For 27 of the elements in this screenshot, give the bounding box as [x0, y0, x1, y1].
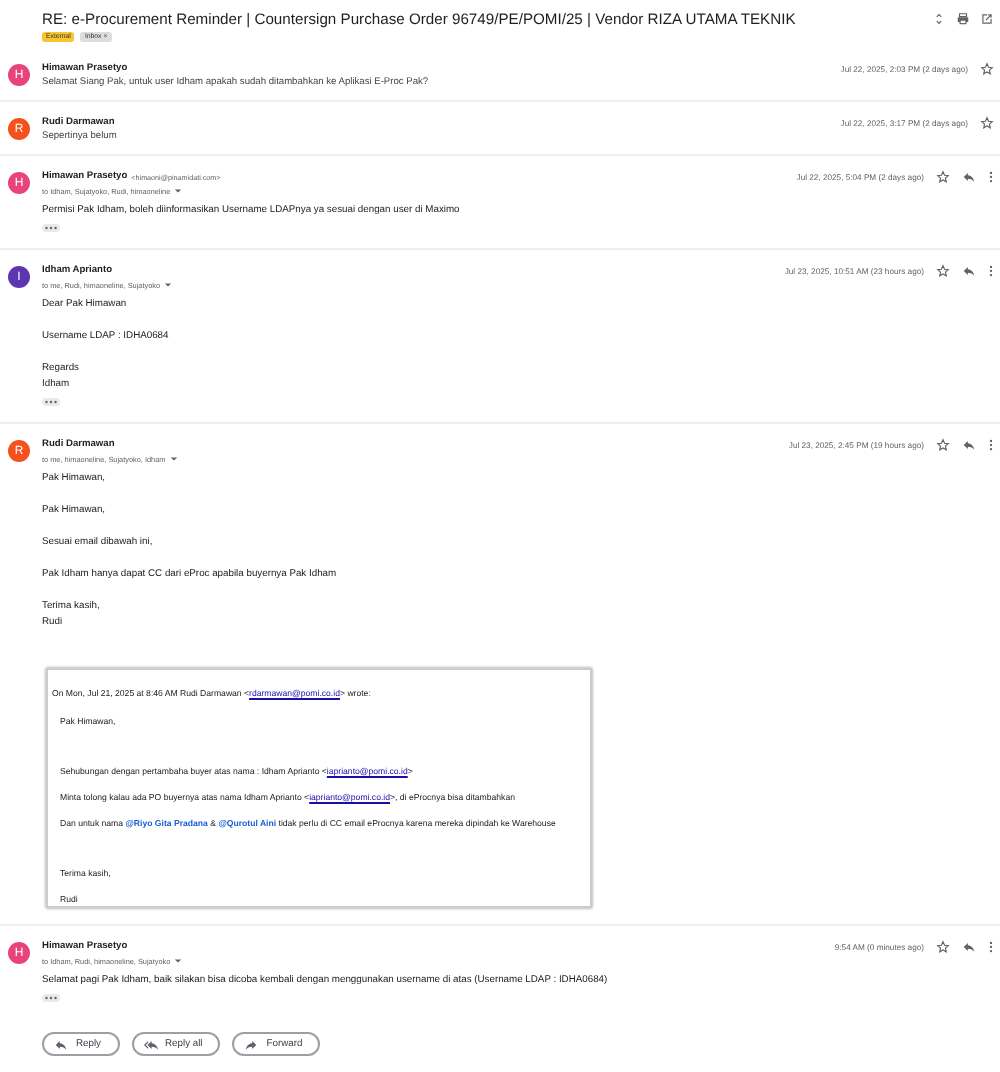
more-icon[interactable] [988, 264, 994, 278]
caret-icon[interactable] [164, 282, 173, 288]
more-icon[interactable] [988, 940, 994, 954]
caret-icon[interactable] [174, 958, 183, 964]
reply-icon[interactable] [962, 940, 976, 954]
reply-icon[interactable] [962, 264, 976, 278]
star-icon[interactable] [936, 264, 950, 278]
show-trimmed-button[interactable] [42, 994, 60, 1002]
star-icon[interactable] [936, 940, 950, 954]
reply-icon [54, 1037, 68, 1051]
show-trimmed-button[interactable] [42, 398, 60, 406]
show-trimmed-button[interactable] [42, 224, 60, 232]
star-icon[interactable] [936, 438, 950, 452]
star-icon[interactable] [980, 116, 994, 130]
open-new-window-icon[interactable] [980, 11, 994, 25]
star-icon[interactable] [980, 62, 994, 76]
more-icon[interactable] [988, 438, 994, 452]
print-icon[interactable] [956, 11, 970, 25]
reply-icon[interactable] [962, 170, 976, 184]
more-icon[interactable] [988, 170, 994, 184]
star-icon[interactable] [936, 170, 950, 184]
reply-icon[interactable] [962, 438, 976, 452]
forward-icon [244, 1037, 259, 1051]
caret-icon[interactable] [169, 456, 178, 462]
expand-all-icon[interactable] [932, 11, 946, 25]
reply-all-icon [143, 1037, 158, 1051]
caret-icon[interactable] [174, 188, 183, 194]
